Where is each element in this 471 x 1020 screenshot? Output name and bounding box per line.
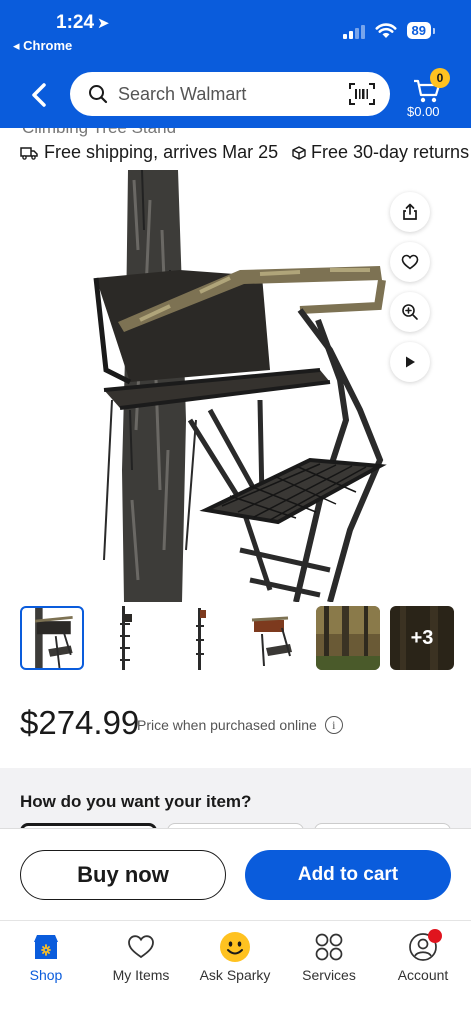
thumbnail-more[interactable]: +3	[390, 606, 454, 670]
heart-icon	[128, 935, 154, 959]
search-bar[interactable]: Search Walmart	[70, 72, 390, 116]
cellular-signal-icon	[342, 23, 365, 39]
wifi-icon	[375, 22, 397, 38]
search-placeholder: Search Walmart	[118, 83, 247, 104]
tree-stand-illustration	[93, 169, 387, 603]
more-images-count: +3	[410, 626, 434, 649]
free-shipping-text: Free shipping, arrives Mar 25	[44, 142, 279, 162]
thumbnail-image	[196, 608, 206, 670]
services-icon	[315, 933, 343, 961]
free-shipping-info: Free shipping, arrives Mar 25	[20, 142, 278, 163]
back-app-label: Chrome	[23, 38, 73, 53]
shop-icon	[34, 935, 58, 959]
thumbnail-4[interactable]	[242, 606, 306, 670]
add-to-cart-button[interactable]: Add to cart	[245, 850, 451, 900]
truck-icon	[20, 146, 38, 160]
tab-my-items[interactable]: My Items	[96, 931, 186, 983]
back-to-app-link[interactable]: ◂ Chrome	[13, 38, 72, 54]
bottom-tab-bar: Shop My Items Ask Sparky Services Accoun…	[0, 920, 471, 1020]
favorite-button[interactable]	[390, 242, 430, 282]
thumbnail-image	[251, 616, 292, 667]
sparky-icon	[220, 932, 250, 962]
buy-now-button[interactable]: Buy now	[20, 850, 226, 900]
heart-icon	[401, 254, 419, 270]
cart-button[interactable]: 0 $0.00	[402, 68, 450, 124]
product-image[interactable]	[0, 169, 471, 603]
thumbnail-image	[34, 608, 73, 668]
location-arrow-icon: ➤	[97, 15, 110, 32]
tab-shop[interactable]: Shop	[1, 931, 91, 983]
status-time: 1:24 ➤	[56, 12, 110, 33]
notification-dot	[428, 929, 442, 943]
thumbnail-2[interactable]	[94, 606, 158, 670]
thumbnail-image	[120, 606, 132, 670]
zoom-in-icon	[402, 304, 418, 320]
thumbnail-5[interactable]	[316, 606, 380, 670]
share-icon	[403, 203, 417, 220]
barcode-scan-icon[interactable]	[348, 82, 376, 106]
product-title-partial: Climbing Tree Stand	[22, 128, 176, 138]
status-indicators: 89	[342, 22, 436, 39]
price-note-text: Price when purchased online	[137, 717, 317, 733]
app-header: 1:24 ➤ ◂ Chrome 89 Search Walmart 0 $0.0…	[0, 0, 471, 128]
free-returns-info: Free 30-day returns	[291, 142, 469, 163]
cart-total: $0.00	[407, 104, 440, 119]
tab-account[interactable]: Account	[378, 929, 468, 983]
play-video-button[interactable]	[390, 342, 430, 382]
free-returns-text: Free 30-day returns	[311, 142, 470, 162]
tab-services-label: Services	[302, 967, 356, 983]
zoom-button[interactable]	[390, 292, 430, 332]
back-arrow-icon[interactable]	[25, 80, 55, 110]
search-icon	[89, 85, 108, 104]
tab-account-label: Account	[397, 967, 449, 983]
tab-ask-sparky[interactable]: Ask Sparky	[190, 931, 280, 983]
tab-shop-label: Shop	[29, 967, 63, 983]
tab-services[interactable]: Services	[284, 931, 374, 983]
purchase-action-bar: Buy now Add to cart	[0, 828, 471, 920]
thumbnail-3[interactable]	[168, 606, 232, 670]
battery-indicator: 89	[406, 22, 436, 39]
product-price: $274.99	[20, 704, 140, 741]
fulfillment-section: How do you want your item?	[0, 768, 471, 843]
shipping-info-row: Climbing Tree Stand Free shipping, arriv…	[0, 128, 471, 168]
thumbnail-1[interactable]	[20, 606, 84, 670]
share-button[interactable]	[390, 192, 430, 232]
price-note: Price when purchased online i	[137, 716, 343, 734]
play-icon	[406, 356, 415, 368]
cart-count-badge: 0	[430, 68, 450, 88]
info-icon[interactable]: i	[324, 716, 343, 734]
returns-box-icon	[292, 145, 306, 160]
tab-my-items-label: My Items	[112, 967, 170, 983]
fulfillment-heading: How do you want your item?	[20, 792, 252, 811]
thumbnail-image	[316, 606, 380, 670]
tab-ask-sparky-label: Ask Sparky	[199, 967, 271, 983]
image-thumbnails: +3	[20, 606, 454, 670]
